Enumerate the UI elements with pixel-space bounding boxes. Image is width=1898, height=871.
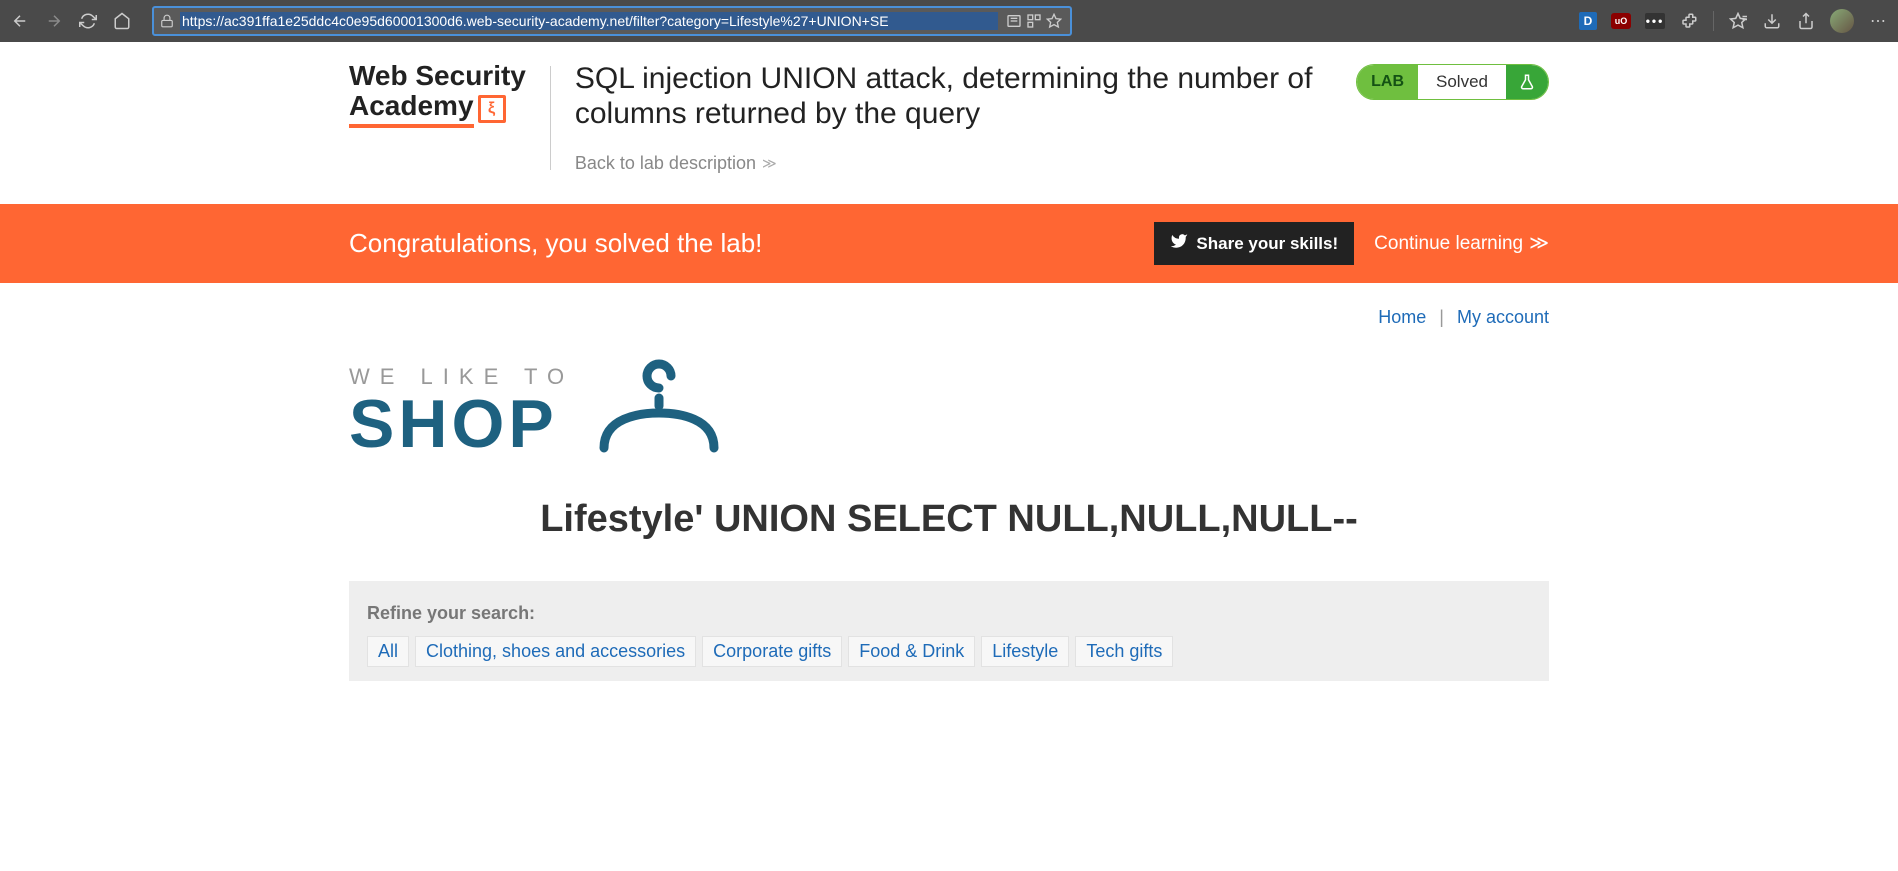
flask-icon: [1506, 65, 1548, 99]
profile-avatar[interactable]: [1830, 9, 1854, 33]
success-banner: Congratulations, you solved the lab! Sha…: [0, 204, 1898, 283]
congrats-text: Congratulations, you solved the lab!: [349, 228, 1134, 259]
toolbar-right: D uO ••• ⋯: [1579, 9, 1888, 33]
back-link-text: Back to lab description: [575, 153, 756, 174]
favorite-icon[interactable]: [1044, 11, 1064, 31]
refine-link[interactable]: Clothing, shoes and accessories: [415, 636, 696, 667]
category-heading: Lifestyle' UNION SELECT NULL,NULL,NULL--: [349, 488, 1549, 581]
lab-status-pill: LAB Solved: [1356, 64, 1549, 100]
nav-separator: |: [1439, 307, 1444, 327]
share-icon[interactable]: [1796, 11, 1816, 31]
download-icon[interactable]: [1762, 11, 1782, 31]
refine-title: Refine your search:: [367, 603, 1531, 624]
menu-icon[interactable]: ⋯: [1868, 11, 1888, 31]
hero-shop-word: SHOP: [349, 390, 574, 458]
shop-hero: WE LIKE TO SHOP: [349, 338, 1549, 488]
home-icon[interactable]: [112, 11, 132, 31]
address-bar[interactable]: https://ac391ffa1e25ddc4c0e95d60001300d6…: [152, 6, 1072, 36]
share-button-label: Share your skills!: [1196, 234, 1338, 254]
extension-d-icon[interactable]: D: [1579, 12, 1597, 30]
qr-icon[interactable]: [1024, 11, 1044, 31]
back-icon[interactable]: [10, 11, 30, 31]
refine-link[interactable]: Lifestyle: [981, 636, 1069, 667]
share-skills-button[interactable]: Share your skills!: [1154, 222, 1354, 265]
refine-link[interactable]: All: [367, 636, 409, 667]
pill-status-text: Solved: [1418, 65, 1506, 99]
logo-line2: Academy: [349, 90, 474, 128]
refine-link[interactable]: Tech gifts: [1075, 636, 1173, 667]
continue-link-text: Continue learning: [1374, 233, 1523, 255]
logo-line1: Web Security: [349, 62, 526, 90]
top-nav: Home | My account: [349, 283, 1549, 338]
toolbar-divider: [1713, 11, 1714, 31]
logo-glyph-icon: ξ: [478, 95, 506, 123]
browser-toolbar: https://ac391ffa1e25ddc4c0e95d60001300d6…: [0, 0, 1898, 42]
reload-icon[interactable]: [78, 11, 98, 31]
lab-title: SQL injection UNION attack, determining …: [575, 62, 1332, 131]
lab-header: Web Security Academy ξ SQL injection UNI…: [349, 42, 1549, 184]
continue-learning-link[interactable]: Continue learning ≫: [1374, 232, 1549, 255]
chevron-right-icon: ≫: [762, 155, 777, 172]
forward-icon[interactable]: [44, 11, 64, 31]
reader-icon[interactable]: [1004, 11, 1024, 31]
refine-link[interactable]: Food & Drink: [848, 636, 975, 667]
refine-search-box: Refine your search: All Clothing, shoes …: [349, 581, 1549, 681]
twitter-icon: [1170, 232, 1188, 255]
extension-more-icon[interactable]: •••: [1645, 13, 1665, 29]
pill-lab-badge: LAB: [1357, 65, 1418, 99]
chevron-right-icon: ≫: [1529, 232, 1549, 255]
header-divider: [550, 66, 551, 170]
academy-logo[interactable]: Web Security Academy ξ: [349, 62, 526, 128]
home-link[interactable]: Home: [1378, 307, 1426, 327]
favorites-list-icon[interactable]: [1728, 11, 1748, 31]
back-to-description-link[interactable]: Back to lab description ≫: [575, 153, 1332, 174]
extensions-icon[interactable]: [1679, 11, 1699, 31]
refine-link[interactable]: Corporate gifts: [702, 636, 842, 667]
lock-icon: [160, 14, 174, 28]
url-text[interactable]: https://ac391ffa1e25ddc4c0e95d60001300d6…: [180, 12, 998, 30]
hanger-icon: [594, 358, 724, 458]
refine-links: All Clothing, shoes and accessories Corp…: [367, 636, 1531, 667]
extension-ublock-icon[interactable]: uO: [1611, 13, 1631, 29]
my-account-link[interactable]: My account: [1457, 307, 1549, 327]
